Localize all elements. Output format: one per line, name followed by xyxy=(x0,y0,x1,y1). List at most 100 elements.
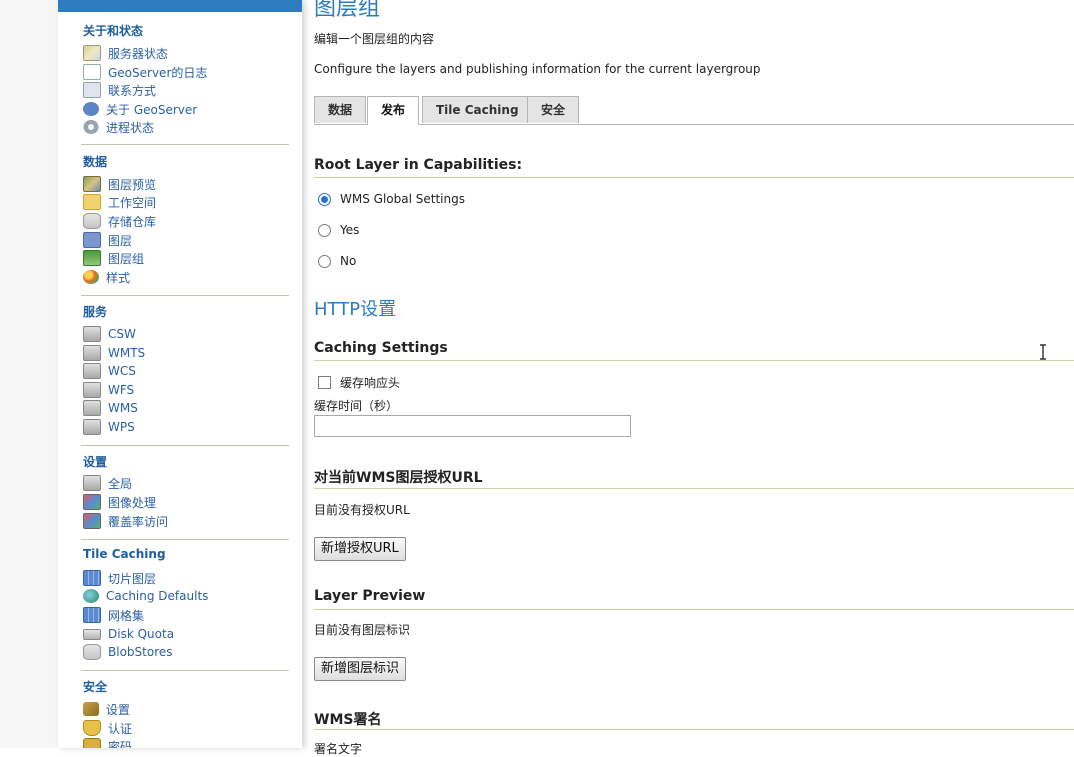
sidebar-item-stores[interactable]: 存储仓库 xyxy=(83,212,156,230)
gear-icon xyxy=(83,120,99,134)
sidebar-item-caching-defaults[interactable]: Caching Defaults xyxy=(83,587,208,605)
sidebar-item-label: 全局 xyxy=(108,476,133,491)
sidebar-item-passwords[interactable]: 密码 xyxy=(83,737,132,748)
sidebar-item-label: WMS xyxy=(108,401,138,415)
layer-preview-heading: Layer Preview xyxy=(314,588,426,604)
sidebar-item-coverage-access[interactable]: 覆盖率访问 xyxy=(83,512,168,530)
radio-no[interactable]: No xyxy=(318,254,356,268)
radio-yes[interactable]: Yes xyxy=(318,223,359,237)
sidebar-item-tile-layers[interactable]: 切片图层 xyxy=(83,569,156,587)
cache-time-label: 缓存时间（秒） xyxy=(314,399,399,413)
sidebar-item-label: 设置 xyxy=(106,702,131,717)
sidebar-section-settings-title: 设置 xyxy=(83,455,108,469)
sidebar-item-label: 存储仓库 xyxy=(108,214,157,229)
text-cursor-icon xyxy=(1040,344,1046,360)
sidebar-item-label: CSW xyxy=(108,327,136,341)
sidebar-item-styles[interactable]: 样式 xyxy=(83,268,130,286)
disk-icon xyxy=(83,628,101,640)
sidebar-item-label: 进程状态 xyxy=(106,120,155,135)
sidebar-item-label: 工作空间 xyxy=(108,195,157,210)
sidebar-item-geoserver-log[interactable]: GeoServer的日志 xyxy=(83,63,207,81)
server-icon xyxy=(83,326,101,342)
sidebar-item-layers[interactable]: 图层 xyxy=(83,231,132,249)
sidebar-item-wps[interactable]: WPS xyxy=(83,418,135,436)
tab-tile-caching[interactable]: Tile Caching xyxy=(422,96,533,123)
sidebar-item-wmts[interactable]: WMTS xyxy=(83,344,145,362)
radio-button-checked[interactable] xyxy=(318,192,331,206)
sidebar-item-label: 图层预览 xyxy=(108,177,157,192)
sidebar-item-label: 服务器状态 xyxy=(108,46,169,61)
sidebar-item-workspaces[interactable]: 工作空间 xyxy=(83,193,156,211)
image-processing-icon xyxy=(83,494,101,510)
tab-data[interactable]: 数据 xyxy=(314,96,367,123)
sidebar-item-label: 密码 xyxy=(108,739,133,749)
page-subtitle-cn: 编辑一个图层组的内容 xyxy=(314,32,435,46)
section-rule xyxy=(314,177,1074,178)
sidebar-divider xyxy=(81,670,289,671)
tab-bar: 数据 发布 Tile Caching 安全 xyxy=(314,96,1074,125)
sidebar-item-wcs[interactable]: WCS xyxy=(83,362,136,380)
server-icon xyxy=(83,419,101,435)
sidebar-item-label: 关于 GeoServer xyxy=(106,102,198,117)
key-icon xyxy=(83,702,99,716)
layer-group-icon xyxy=(83,250,101,266)
sidebar-item-global[interactable]: 全局 xyxy=(83,474,132,492)
server-icon xyxy=(83,345,101,361)
sidebar-item-label: WCS xyxy=(108,364,136,378)
sidebar-item-label: 切片图层 xyxy=(108,571,157,586)
add-auth-url-button[interactable]: 新增授权URL xyxy=(314,537,406,561)
sidebar-item-server-status[interactable]: 服务器状态 xyxy=(83,44,168,62)
sidebar-item-label: Disk Quota xyxy=(108,627,175,641)
radio-button[interactable] xyxy=(318,254,331,268)
checkbox-label: 缓存响应头 xyxy=(340,376,401,390)
image-processing-icon xyxy=(83,513,101,529)
section-rule xyxy=(314,360,1074,361)
cache-response-headers-checkbox[interactable] xyxy=(318,376,331,389)
shield-icon xyxy=(83,720,101,736)
sidebar-item-security-settings[interactable]: 设置 xyxy=(83,700,130,718)
sidebar-item-label: 联系方式 xyxy=(108,83,157,98)
cache-time-input[interactable] xyxy=(314,415,631,437)
sidebar-item-disk-quota[interactable]: Disk Quota xyxy=(83,625,174,643)
grid-icon xyxy=(83,570,101,586)
document-icon xyxy=(83,64,101,80)
sidebar-item-label: 图层 xyxy=(108,233,133,248)
radio-label: No xyxy=(340,254,357,268)
sidebar-item-image-processing[interactable]: 图像处理 xyxy=(83,493,156,511)
sidebar-item-process-status[interactable]: 进程状态 xyxy=(83,118,154,136)
sidebar-section-about-title: 关于和状态 xyxy=(83,24,144,38)
style-palette-icon xyxy=(83,270,99,284)
sidebar-item-wms[interactable]: WMS xyxy=(83,399,138,417)
sidebar-item-layer-groups[interactable]: 图层组 xyxy=(83,249,144,267)
sidebar-item-label: 认证 xyxy=(108,721,133,736)
sidebar-item-wfs[interactable]: WFS xyxy=(83,381,134,399)
sidebar-divider xyxy=(81,295,289,296)
sidebar-item-label: WMTS xyxy=(108,346,146,360)
sidebar-item-gridsets[interactable]: 网格集 xyxy=(83,606,144,624)
radio-button[interactable] xyxy=(318,223,331,237)
main-content: 图层组 编辑一个图层组的内容 Configure the layers and … xyxy=(314,0,1074,756)
radio-wms-global-settings[interactable]: WMS Global Settings xyxy=(318,192,465,206)
sidebar-item-layer-preview[interactable]: 图层预览 xyxy=(83,175,156,193)
attribution-text-label: 署名文字 xyxy=(314,742,363,756)
sidebar-item-about-geoserver[interactable]: 关于 GeoServer xyxy=(83,100,197,118)
sidebar-section-data-title: 数据 xyxy=(83,155,108,169)
map-preview-icon xyxy=(83,176,101,192)
sidebar-item-authentication[interactable]: 认证 xyxy=(83,719,132,737)
cache-response-headers-checkbox-row[interactable]: 缓存响应头 xyxy=(318,374,400,391)
tab-security[interactable]: 安全 xyxy=(527,96,580,123)
tab-publishing[interactable]: 发布 xyxy=(367,96,420,125)
http-settings-title: HTTP设置 xyxy=(314,299,397,320)
left-gutter xyxy=(0,0,58,748)
radio-label: Yes xyxy=(340,223,360,237)
sidebar-item-contact[interactable]: 联系方式 xyxy=(83,81,156,99)
help-icon xyxy=(83,102,99,116)
sidebar-item-csw[interactable]: CSW xyxy=(83,325,136,343)
section-rule xyxy=(314,609,1074,610)
sidebar-item-blobstores[interactable]: BlobStores xyxy=(83,643,173,661)
sidebar-item-label: 覆盖率访问 xyxy=(108,514,169,529)
auth-url-heading: 对当前WMS图层授权URL xyxy=(314,470,483,486)
sidebar-divider xyxy=(81,144,289,145)
root-layer-heading: Root Layer in Capabilities: xyxy=(314,157,523,173)
add-layer-identifier-button[interactable]: 新增图层标识 xyxy=(314,657,407,681)
